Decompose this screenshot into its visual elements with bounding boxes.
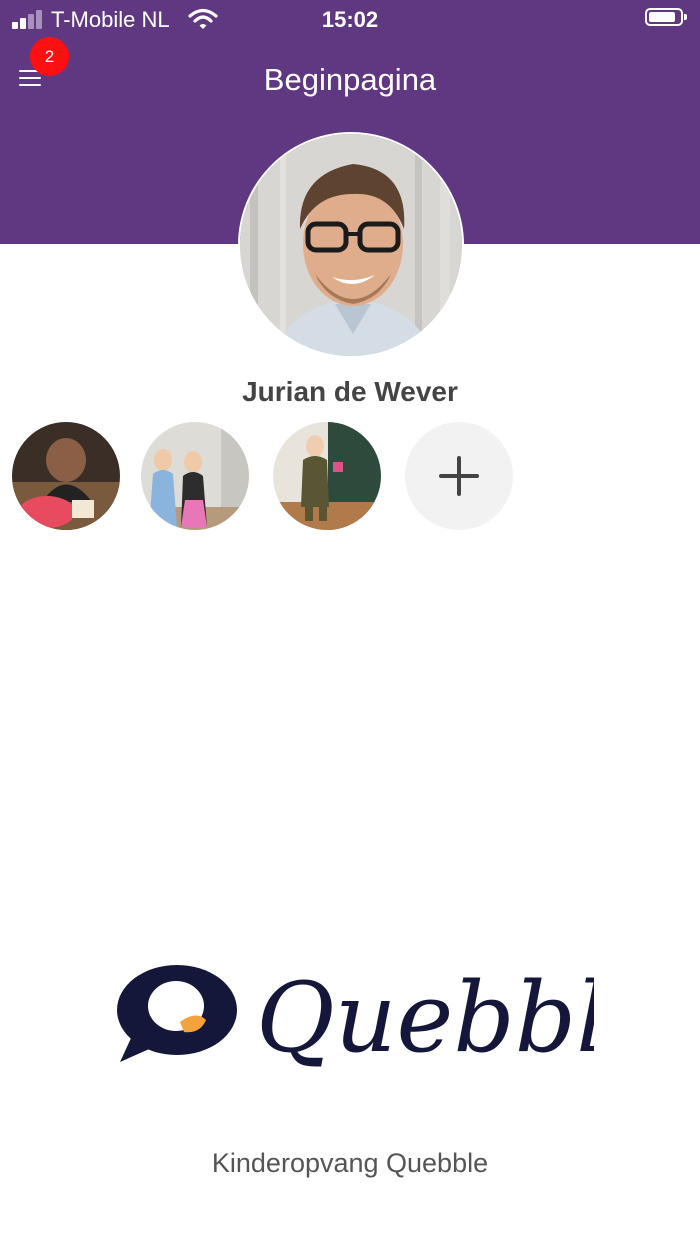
profile-avatar[interactable] <box>238 132 464 358</box>
user-name: Jurian de Wever <box>242 376 458 407</box>
child-avatar-2[interactable] <box>141 422 249 530</box>
quebble-logo: Quebble <box>114 958 664 1074</box>
organization-name: Kinderopvang Quebble <box>211 1148 489 1178</box>
status-bar: T-Mobile NL 15:02 <box>0 0 700 40</box>
battery-icon <box>645 8 687 26</box>
status-time: 15:02 <box>321 7 379 32</box>
child-avatar-1[interactable] <box>12 422 120 530</box>
logo-text: Quebble <box>256 962 594 1068</box>
add-child-button[interactable] <box>405 422 513 530</box>
plus-icon <box>439 456 479 496</box>
child-avatar-3[interactable] <box>273 422 381 530</box>
page-title: Beginpagina <box>263 62 437 97</box>
